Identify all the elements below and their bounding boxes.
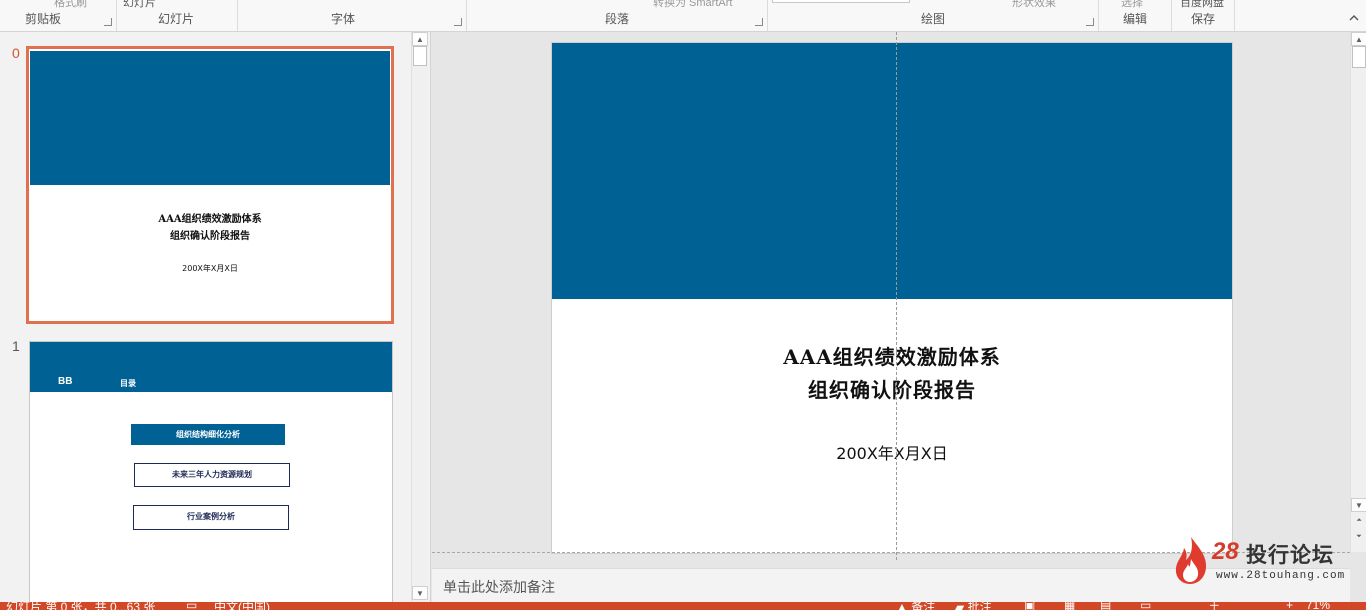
ribbon-group-clipboard: 格式刷 剪贴板 — [0, 0, 117, 31]
zoom-slider[interactable]: ┼ — [1210, 602, 1219, 610]
thumb-0-date: 200X年X月X日 — [182, 264, 238, 273]
slide-number-0: 0 — [12, 45, 20, 61]
main-slide-title-line1[interactable]: AAA组织绩效激励体系 — [552, 341, 1232, 370]
smart-guide-line — [896, 32, 897, 560]
shape-gallery[interactable] — [772, 0, 910, 3]
group-label-font: 字体 — [330, 12, 355, 26]
ribbon: 格式刷 剪贴板 幻灯片 幻灯片 字体 转换为 SmartArt 段落 形状效果 … — [0, 0, 1366, 32]
group-label-paragraph: 段落 — [604, 12, 629, 26]
slide-count-status: 幻灯片 第 0 张，共 0...63 张 — [6, 602, 156, 610]
next-slide-icon[interactable]: ⏷ — [1351, 530, 1366, 544]
group-label-clipboard: 剪贴板 — [24, 12, 61, 26]
collapse-ribbon-icon[interactable] — [1348, 12, 1360, 24]
convert-smartart-button[interactable]: 转换为 SmartArt — [653, 0, 732, 10]
thumb-0-title-line1: AAA组织绩效激励体系 — [158, 214, 262, 225]
slide-scrollbar[interactable]: ▲ ▼ ⏶ ⏷ — [1350, 32, 1366, 552]
scroll-down-icon[interactable]: ▼ — [412, 586, 428, 600]
ribbon-group-save: 百度网盘 保存 — [1172, 0, 1235, 31]
thumb-0-header-band — [30, 51, 390, 185]
watermark-number: 28 — [1212, 538, 1239, 565]
font-launcher-icon[interactable] — [454, 18, 462, 26]
ribbon-group-font: 字体 — [238, 0, 467, 31]
main-slide-header-band — [552, 43, 1232, 299]
main-slide-date[interactable]: 200X年X月X日 — [552, 440, 1232, 464]
thumb-0-title-line2: 组织确认阶段报告 — [170, 231, 250, 242]
baidu-netdisk-button[interactable]: 百度网盘 — [1180, 0, 1224, 10]
slide-number-1: 1 — [12, 338, 20, 354]
clipboard-launcher-icon[interactable] — [104, 18, 112, 26]
slideshow-icon[interactable]: ▭ — [1140, 602, 1151, 610]
main-slide-title-line2[interactable]: 组织确认阶段报告 — [552, 374, 1232, 403]
thumb-1-header-left: BB — [58, 376, 73, 387]
format-painter-button[interactable]: 格式刷 — [54, 0, 87, 10]
language-status[interactable]: 中文(中国) — [214, 602, 270, 610]
ribbon-group-paragraph: 转换为 SmartArt 段落 — [467, 0, 768, 31]
forum-watermark: 28 投行论坛 www.28touhang.com — [1170, 535, 1350, 585]
thumb-1-toc-item-2: 未来三年人力资源规划 — [134, 463, 290, 487]
comments-button[interactable]: ▰ 批注 — [955, 602, 992, 610]
notes-button[interactable]: ▲ 备注 — [896, 602, 935, 610]
thumbnail-scrollbar[interactable]: ▲ ▼ — [411, 32, 428, 602]
slide-scroll-down-icon[interactable]: ▼ — [1351, 498, 1366, 512]
normal-view-icon[interactable]: ▣ — [1024, 602, 1035, 610]
watermark-url: www.28touhang.com — [1216, 570, 1346, 582]
comments-button-label: 批注 — [967, 602, 992, 610]
scroll-up-icon[interactable]: ▲ — [412, 32, 428, 46]
thumb-1-toc-item-1: 组织结构细化分析 — [131, 424, 285, 445]
slide-editing-area: AAA组织绩效激励体系 组织确认阶段报告 200X年X月X日 单击此处添加备注 … — [432, 32, 1366, 603]
ribbon-group-editing: 选择 编辑 — [1099, 0, 1172, 31]
slide-thumbnail-pane: 0 AAA组织绩效激励体系 组织确认阶段报告 200X年X月X日 1 BB 目录… — [0, 32, 431, 605]
watermark-text: 投行论坛 — [1246, 543, 1334, 567]
group-label-drawing: 绘图 — [920, 12, 945, 26]
shape-effects-button[interactable]: 形状效果 — [1012, 0, 1056, 10]
group-label-slides: 幻灯片 — [157, 12, 194, 26]
slide-thumbnail-1[interactable]: BB 目录 组织结构细化分析 未来三年人力资源规划 行业案例分析 — [29, 341, 393, 605]
reading-view-icon[interactable]: ▤ — [1100, 602, 1111, 610]
status-bar: 幻灯片 第 0 张，共 0...63 张 ▭ 中文(中国) ▲ 备注 ▰ 批注 … — [0, 602, 1366, 610]
group-label-editing: 编辑 — [1122, 12, 1147, 26]
zoom-level[interactable]: 71% — [1306, 602, 1330, 610]
thumb-1-header-title: 目录 — [120, 378, 136, 388]
slide-thumbnail-0[interactable]: AAA组织绩效激励体系 组织确认阶段报告 200X年X月X日 — [26, 46, 394, 324]
flame-logo-icon — [1175, 537, 1207, 584]
paragraph-launcher-icon[interactable] — [755, 18, 763, 26]
slide-scroll-up-icon[interactable]: ▲ — [1351, 32, 1366, 46]
ribbon-group-drawing: 形状效果 绘图 — [768, 0, 1099, 31]
slide-scroll-thumb[interactable] — [1352, 46, 1366, 68]
notes-placeholder[interactable]: 单击此处添加备注 — [443, 577, 555, 597]
slide-sorter-icon[interactable]: ▦ — [1064, 602, 1075, 610]
notes-button-label: 备注 — [911, 602, 936, 610]
new-slide-button[interactable]: 幻灯片 — [123, 0, 156, 10]
spell-check-icon[interactable]: ▭ — [186, 602, 197, 610]
drawing-launcher-icon[interactable] — [1086, 18, 1094, 26]
main-slide-canvas[interactable]: AAA组织绩效激励体系 组织确认阶段报告 200X年X月X日 — [551, 42, 1233, 554]
zoom-in-icon[interactable]: + — [1286, 602, 1293, 610]
previous-slide-icon[interactable]: ⏶ — [1351, 514, 1366, 528]
group-label-save: 保存 — [1190, 12, 1215, 26]
thumb-1-header-band: BB 目录 — [30, 342, 392, 392]
thumb-1-toc-item-3: 行业案例分析 — [133, 505, 289, 530]
select-button[interactable]: 选择 — [1121, 0, 1143, 10]
thumbnail-scroll-thumb[interactable] — [413, 46, 427, 66]
